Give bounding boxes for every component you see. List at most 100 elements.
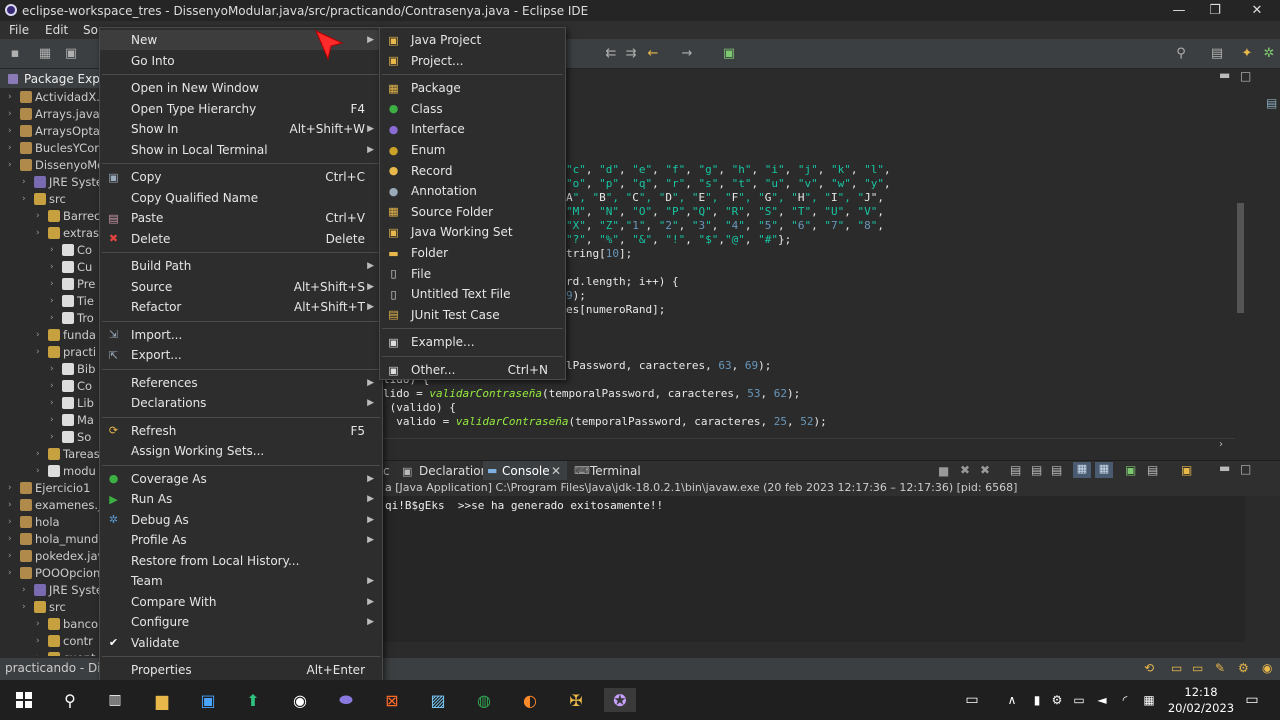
debug-perspective-icon[interactable]: ✲ <box>1262 47 1276 61</box>
close-button[interactable]: ✕ <box>1234 0 1280 21</box>
context-menu-item-export[interactable]: ⇱ Export... <box>100 345 382 365</box>
java-perspective-icon[interactable]: ✦ <box>1240 47 1254 61</box>
new-folder-icon[interactable]: ▣ <box>64 47 78 61</box>
minimize-console-icon[interactable]: ▬ <box>1219 461 1230 475</box>
context-menu-item-copy-qualified-name[interactable]: Copy Qualified Name <box>100 188 382 208</box>
context-menu-item-properties[interactable]: Properties Alt+Enter <box>100 660 382 680</box>
save-icon[interactable]: ▪ <box>8 47 22 61</box>
tree-item[interactable]: › hola <box>8 513 60 530</box>
search-icon[interactable]: ⚲ <box>1174 47 1188 61</box>
new-submenu-item-class[interactable]: ● Class <box>380 99 565 119</box>
expand-chevron-icon[interactable]: › <box>50 245 60 255</box>
new-submenu-item-untitled-text-file[interactable]: ▯ Untitled Text File <box>380 284 565 304</box>
context-menu-item-coverage-as[interactable]: ● Coverage As ▶ <box>100 469 382 489</box>
new-submenu-item-project[interactable]: ▣ Project... <box>380 51 565 71</box>
expand-chevron-icon[interactable]: › <box>50 381 60 391</box>
tree-item[interactable]: › Lib <box>50 394 94 411</box>
tree-item[interactable]: › Ma <box>50 411 94 428</box>
notes-icon[interactable]: ▭ <box>1192 661 1203 675</box>
new-submenu-item-java-working-set[interactable]: ▣ Java Working Set <box>380 222 565 242</box>
tree-item[interactable]: › examenes.ja <box>8 496 100 513</box>
context-menu-item-debug-as[interactable]: ✲ Debug As ▶ <box>100 510 382 530</box>
context-menu-item-compare-with[interactable]: Compare With ▶ <box>100 592 382 612</box>
console-output[interactable]: qi!B$gEks >>se ha generado exitosamente!… <box>383 496 1245 642</box>
new-submenu-item-java-project[interactable]: ▣ Java Project <box>380 30 565 50</box>
expand-chevron-icon[interactable]: › <box>8 517 18 527</box>
context-menu-item-show-in[interactable]: Show In Alt+Shift+W ▶ <box>100 119 382 139</box>
scroll-lock-icon[interactable]: ▤ <box>1031 463 1042 477</box>
keyboard-icon[interactable]: ▭ <box>960 688 984 712</box>
new-submenu-item-package[interactable]: ▦ Package <box>380 78 565 98</box>
git-icon[interactable]: ⟲ <box>1144 661 1154 675</box>
expand-chevron-icon[interactable]: › <box>36 653 46 657</box>
expand-chevron-icon[interactable]: › <box>8 126 18 136</box>
expand-chevron-icon[interactable]: › <box>50 313 60 323</box>
context-menu-item-open-type-hierarchy[interactable]: Open Type Hierarchy F4 <box>100 99 382 119</box>
tree-item[interactable]: › hola_mundo <box>8 530 100 547</box>
volume-icon[interactable]: ◄ <box>1090 688 1114 712</box>
tree-item[interactable]: › ActividadX.j <box>8 88 100 105</box>
context-menu-item-team[interactable]: Team ▶ <box>100 571 382 591</box>
expand-chevron-icon[interactable]: › <box>36 228 46 238</box>
tree-item[interactable]: › modu <box>36 462 96 479</box>
eclipse-active-icon[interactable]: ✪ <box>604 688 636 712</box>
maximize-view-icon[interactable]: □ <box>1240 69 1251 83</box>
context-menu-item-build-path[interactable]: Build Path ▶ <box>100 256 382 276</box>
context-menu-item-open-in-new-window[interactable]: Open in New Window <box>100 78 382 98</box>
help-icon[interactable]: ◉ <box>1262 661 1272 675</box>
show-on-error-icon[interactable]: ▦ <box>1095 462 1113 478</box>
open-console-icon[interactable]: ▣ <box>1181 463 1192 477</box>
obs-icon[interactable]: ◉ <box>288 688 312 712</box>
tree-item[interactable]: › ArraysOptat <box>8 122 100 139</box>
tab-terminal[interactable]: Terminal <box>590 464 641 478</box>
context-menu-item-profile-as[interactable]: Profile As ▶ <box>100 530 382 550</box>
word-wrap-icon[interactable]: ▤ <box>1051 463 1062 477</box>
tree-item[interactable]: › practi <box>36 343 96 360</box>
tree-item[interactable]: › contr <box>36 632 93 649</box>
new-submenu-item-source-folder[interactable]: ▦ Source Folder <box>380 202 565 222</box>
tree-item[interactable]: › Tie <box>50 292 94 309</box>
expand-chevron-icon[interactable]: › <box>8 483 18 493</box>
context-menu-item-source[interactable]: Source Alt+Shift+S ▶ <box>100 277 382 297</box>
edit-icon[interactable]: ✎ <box>1215 661 1225 675</box>
tree-item[interactable]: › cuent <box>36 649 95 656</box>
new-submenu-item-enum[interactable]: ● Enum <box>380 140 565 160</box>
context-menu-item-copy[interactable]: ▣ Copy Ctrl+C <box>100 167 382 187</box>
tree-item[interactable]: › Arrays.java <box>8 105 100 122</box>
remove-all-icon[interactable]: ✖ <box>980 463 990 477</box>
context-menu-item-validate[interactable]: ✔ Validate <box>100 633 382 653</box>
firefox-icon[interactable]: ◐ <box>518 688 542 712</box>
keyboard-layout-icon[interactable]: ▦ <box>1137 688 1161 712</box>
new-submenu-item-example[interactable]: ▣ Example... <box>380 332 565 352</box>
nav-back-icon[interactable]: ⇇ <box>604 47 618 61</box>
taskbar-clock[interactable]: 12:18 20/02/2023 <box>1163 684 1239 716</box>
expand-chevron-icon[interactable]: › <box>50 415 60 425</box>
wifi-icon[interactable]: ◜ <box>1113 688 1137 712</box>
tree-item[interactable]: › extras <box>36 224 99 241</box>
search-taskbar-icon[interactable]: ⚲ <box>58 688 82 712</box>
show-hidden-icons[interactable]: ∧ <box>1000 688 1024 712</box>
context-menu-item-run-as[interactable]: ▶ Run As ▶ <box>100 489 382 509</box>
expand-chevron-icon[interactable]: › <box>36 211 46 221</box>
tree-item[interactable]: › BuclesYCon <box>8 139 100 156</box>
tab-console[interactable]: Console <box>502 464 550 478</box>
expand-chevron-icon[interactable]: › <box>36 347 46 357</box>
expand-chevron-icon[interactable]: › <box>36 466 46 476</box>
expand-chevron-icon[interactable]: › <box>22 177 32 187</box>
tree-item[interactable]: › Tareas <box>36 445 100 462</box>
tree-item[interactable]: › Co <box>50 241 92 258</box>
expand-chevron-icon[interactable]: › <box>22 585 32 595</box>
expand-chevron-icon[interactable]: › <box>8 551 18 561</box>
expand-chevron-icon[interactable]: › <box>22 602 32 612</box>
expand-chevron-icon[interactable]: › <box>36 449 46 459</box>
tree-item[interactable]: › Co <box>50 377 92 394</box>
expand-chevron-icon[interactable]: › <box>36 330 46 340</box>
tree-item[interactable]: › DissenyoMo <box>8 156 100 173</box>
expand-chevron-icon[interactable]: › <box>36 636 46 646</box>
expand-chevron-icon[interactable]: › <box>50 398 60 408</box>
forward-arrow-icon[interactable]: → <box>680 47 694 61</box>
menu-edit[interactable]: Edit <box>45 23 68 37</box>
expand-chevron-icon[interactable]: › <box>50 432 60 442</box>
clear-console-icon[interactable]: ▤ <box>1010 463 1021 477</box>
notifications-icon[interactable]: ▭ <box>1240 688 1264 712</box>
